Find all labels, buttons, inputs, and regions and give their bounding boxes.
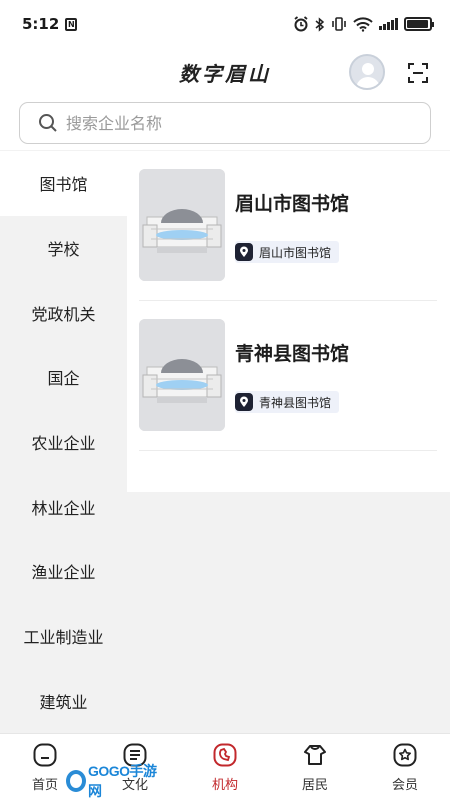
status-time: 5:12 <box>22 15 60 33</box>
status-bar: 5:12 N <box>0 0 450 48</box>
list-item[interactable]: 眉山市图书馆 眉山市图书馆 <box>139 151 437 301</box>
location-tag: 眉山市图书馆 <box>235 241 340 263</box>
list-item[interactable]: 青神县图书馆 青神县图书馆 <box>139 301 437 451</box>
institution-name: 青神县图书馆 <box>235 343 350 365</box>
tab-label: 首页 <box>31 778 58 793</box>
location-tag-label: 眉山市图书馆 <box>259 245 332 260</box>
sidebar-item-agriculture[interactable]: 农业企业 <box>0 410 127 475</box>
tab-label: 机构 <box>211 778 238 793</box>
institution-list: 眉山市图书馆 眉山市图书馆 青神县图书馆 青神县图书馆 <box>127 151 450 492</box>
category-sidebar: 图书馆 学校 党政机关 国企 农业企业 林业企业 渔业企业 工业制造业 建筑业 <box>0 151 127 733</box>
tab-resident[interactable]: 居民 <box>270 734 360 800</box>
tab-member[interactable]: 会员 <box>360 734 450 800</box>
tab-institution[interactable]: 机构 <box>180 734 270 800</box>
watermark-text: GOGO手游网 <box>87 763 157 799</box>
search-bar <box>0 96 450 150</box>
sidebar-item-construction[interactable]: 建筑业 <box>0 669 127 734</box>
location-pin-icon <box>235 243 253 261</box>
location-tag-label: 青神县图书馆 <box>259 395 332 410</box>
institution-icon <box>213 743 237 767</box>
tab-label: 居民 <box>301 778 328 793</box>
battery-icon <box>404 17 434 31</box>
search-box[interactable] <box>19 102 431 144</box>
home-icon <box>33 743 57 767</box>
institution-name: 眉山市图书馆 <box>235 193 350 215</box>
wifi-icon <box>353 16 373 32</box>
app-header: 数字眉山 <box>0 48 450 96</box>
search-icon <box>39 114 57 132</box>
nfc-icon: N <box>65 17 78 31</box>
sidebar-item-government[interactable]: 党政机关 <box>0 280 127 345</box>
bluetooth-icon <box>315 16 325 32</box>
tab-label: 会员 <box>391 778 418 793</box>
building-image <box>139 319 225 431</box>
sidebar-item-library[interactable]: 图书馆 <box>0 151 127 216</box>
alarm-icon <box>294 16 308 32</box>
watermark-logo: GOGO手游网 <box>66 763 158 799</box>
signal-icon <box>379 18 398 30</box>
scan-icon[interactable] <box>407 62 429 84</box>
search-input[interactable] <box>66 113 396 133</box>
sidebar-item-forestry[interactable]: 林业企业 <box>0 474 127 539</box>
location-tag: 青神县图书馆 <box>235 391 340 413</box>
sidebar-item-state-owned[interactable]: 国企 <box>0 345 127 410</box>
building-image <box>139 169 225 281</box>
resident-icon <box>304 745 326 765</box>
avatar[interactable] <box>349 54 385 90</box>
location-pin-icon <box>235 393 253 411</box>
sidebar-item-school[interactable]: 学校 <box>0 216 127 281</box>
sidebar-item-fishery[interactable]: 渔业企业 <box>0 539 127 604</box>
member-icon <box>393 743 417 767</box>
sidebar-item-manufacturing[interactable]: 工业制造业 <box>0 604 127 669</box>
vibrate-icon <box>332 17 346 31</box>
